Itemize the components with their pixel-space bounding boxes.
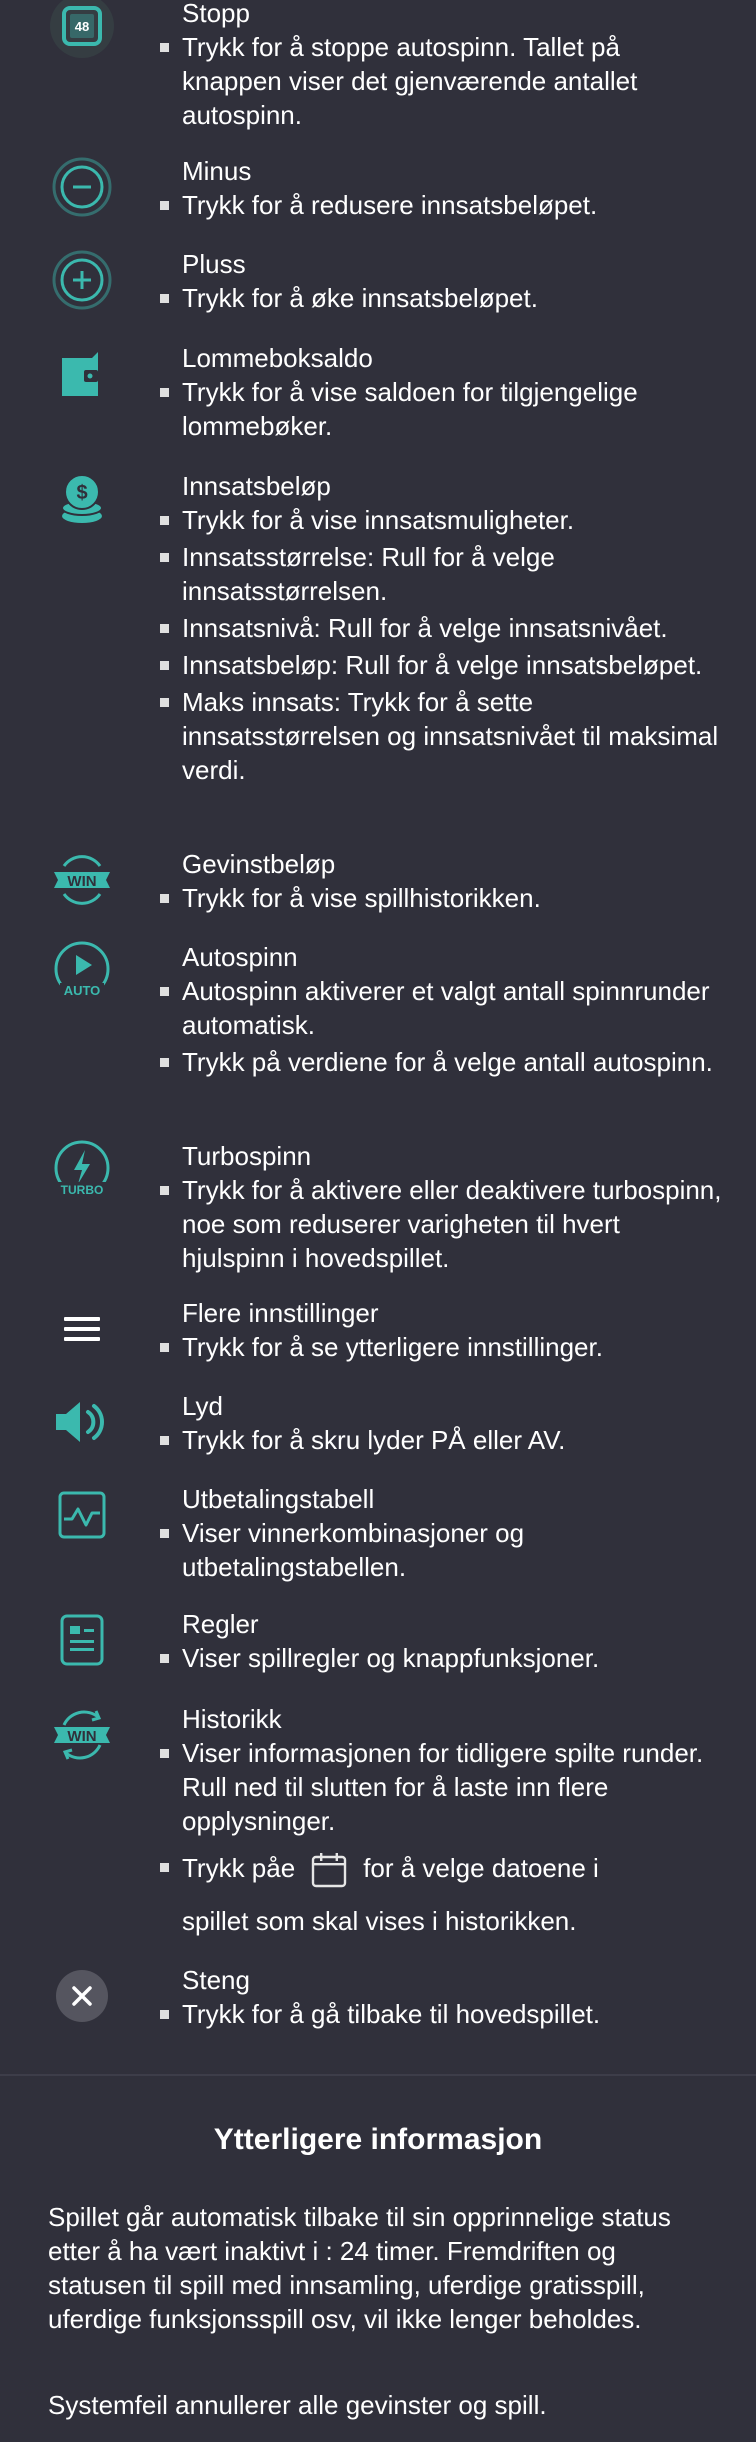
item-bullet: Viser spillregler og knappfunksjoner.: [160, 1641, 722, 1675]
item-bullet: Trykk på verdiene for å velge antall aut…: [160, 1045, 722, 1079]
item-title: Minus: [182, 156, 252, 186]
list-item-wallet: Lommeboksaldo Trykk for å vise saldoen f…: [0, 342, 756, 441]
item-bullet: Viser informasjonen for tidligere spilte…: [160, 1736, 722, 1838]
item-bullet: Trykk for å stoppe autospinn. Tallet på …: [160, 30, 722, 132]
item-title: Innsatsbeløp: [182, 471, 331, 501]
info-paragraph: Systemfeil annullerer alle gevinster og …: [48, 2390, 547, 2420]
info-paragraph: Spillet går automatisk tilbake til sin o…: [48, 2202, 671, 2334]
win-icon: WIN: [50, 848, 114, 912]
wallet-icon: [50, 342, 114, 406]
section-title: Ytterligere informasjon: [213, 2123, 543, 2156]
item-bullet: Viser vinnerkombinasjoner og utbetalings…: [160, 1516, 722, 1584]
list-item-close: Steng Trykk for å gå tilbake til hovedsp…: [0, 1964, 756, 2029]
sound-icon: [50, 1390, 114, 1454]
plus-icon: [50, 248, 114, 312]
list-item-paytable: Utbetalingstabell Viser vinnerkombinasjo…: [0, 1483, 756, 1582]
svg-text:WIN: WIN: [67, 1728, 96, 1745]
list-item-turbo: TURBO Turbospinn Trykk for å aktivere el…: [0, 1140, 756, 1273]
list-item-more-settings: Flere innstillinger Trykk for å se ytter…: [0, 1297, 756, 1362]
list-item-sound: Lyd Trykk for å skru lyder PÅ eller AV.: [0, 1390, 756, 1455]
item-title: Stopp: [182, 0, 250, 28]
close-icon: [50, 1964, 114, 2028]
svg-text:WIN: WIN: [67, 873, 96, 890]
history-icon: WIN: [50, 1703, 114, 1767]
coins-icon: $: [50, 470, 114, 534]
list-item-rules: Regler Viser spillregler og knappfunksjo…: [0, 1608, 756, 1673]
svg-text:AUTO: AUTO: [64, 983, 101, 998]
item-title: Flere innstillinger: [182, 1298, 379, 1328]
svg-text:TURBO: TURBO: [61, 1183, 104, 1197]
item-title: Historikk: [182, 1704, 282, 1734]
item-bullet: Trykk for å øke innsatsbeløpet.: [160, 281, 722, 315]
list-item-autospin: AUTO Autospinn Autospinn aktiverer et va…: [0, 941, 756, 1077]
paytable-icon: [50, 1483, 114, 1547]
item-bullet: Innsatsnivå: Rull for å velge innsatsniv…: [160, 611, 722, 645]
item-bullet: Trykk for å vise innsatsmuligheter.: [160, 503, 722, 537]
calendar-text-after: for å velge datoene i: [363, 1852, 599, 1883]
calendar-text-before: Trykk påe: [182, 1852, 296, 1883]
minus-icon: [50, 155, 114, 219]
item-title: Steng: [182, 1965, 250, 1995]
item-bullet: Trykk for å vise spillhistorikken.: [160, 881, 722, 915]
item-bullet: Trykk for å skru lyder PÅ eller AV.: [160, 1423, 722, 1457]
item-title: Autospinn: [182, 942, 298, 972]
list-item-win: WIN Gevinstbeløp Trykk for å vise spillh…: [0, 848, 756, 913]
item-title: Turbospinn: [182, 1141, 312, 1171]
menu-icon: [50, 1297, 114, 1361]
item-title: Lommeboksaldo: [182, 343, 373, 373]
list-item-minus: Minus Trykk for å redusere innsatsbeløpe…: [0, 155, 756, 220]
autospin-icon: AUTO: [50, 941, 114, 1005]
stop-icon: 48: [50, 0, 114, 64]
svg-text:$: $: [76, 482, 87, 504]
item-bullet: Trykk for å se ytterligere innstillinger…: [160, 1330, 722, 1364]
rules-icon: [50, 1608, 114, 1672]
item-bullet: Trykk for å aktivere eller deaktivere tu…: [160, 1175, 722, 1273]
item-bullet: Trykk for å gå tilbake til hovedspillet.: [160, 1997, 722, 2031]
list-item-bet: $ Innsatsbeløp Trykk for å vise innsatsm…: [0, 470, 756, 785]
item-bullet: Trykk for å vise saldoen for tilgjengeli…: [160, 375, 722, 443]
calendar-text-line2: spillet som skal vises i historikken.: [182, 1906, 577, 1936]
item-title: Utbetalingstabell: [182, 1484, 375, 1514]
item-title: Regler: [182, 1609, 259, 1639]
svg-text:48: 48: [75, 19, 89, 34]
section-divider: [0, 2074, 756, 2076]
item-bullet: Autospinn aktiverer et valgt antall spin…: [160, 974, 722, 1042]
item-title: Lyd: [182, 1391, 223, 1421]
turbo-icon: TURBO: [50, 1140, 114, 1204]
item-title: Pluss: [182, 249, 246, 279]
calendar-icon: [309, 1850, 349, 1890]
item-title: Gevinstbeløp: [182, 849, 336, 879]
help-button-list: 48 Stopp Trykk for å stoppe autospinn. T…: [0, 0, 756, 2029]
list-item-plus: Pluss Trykk for å øke innsatsbeløpet.: [0, 248, 756, 313]
list-item-stop: 48 Stopp Trykk for å stoppe autospinn. T…: [0, 0, 756, 130]
list-item-history: WIN Historikk Viser informasjonen for ti…: [0, 1703, 756, 1936]
item-bullet: Innsatsbeløp: Rull for å velge innsatsbe…: [160, 648, 722, 682]
item-bullet-calendar: Trykk påe for å velge datoene i spillet s…: [160, 1850, 722, 1938]
item-bullet: Maks innsats: Trykk for å sette innsatss…: [160, 685, 722, 787]
item-bullet: Innsatsstørrelse: Rull for å velge innsa…: [160, 540, 722, 608]
item-bullet: Trykk for å redusere innsatsbeløpet.: [160, 188, 722, 222]
